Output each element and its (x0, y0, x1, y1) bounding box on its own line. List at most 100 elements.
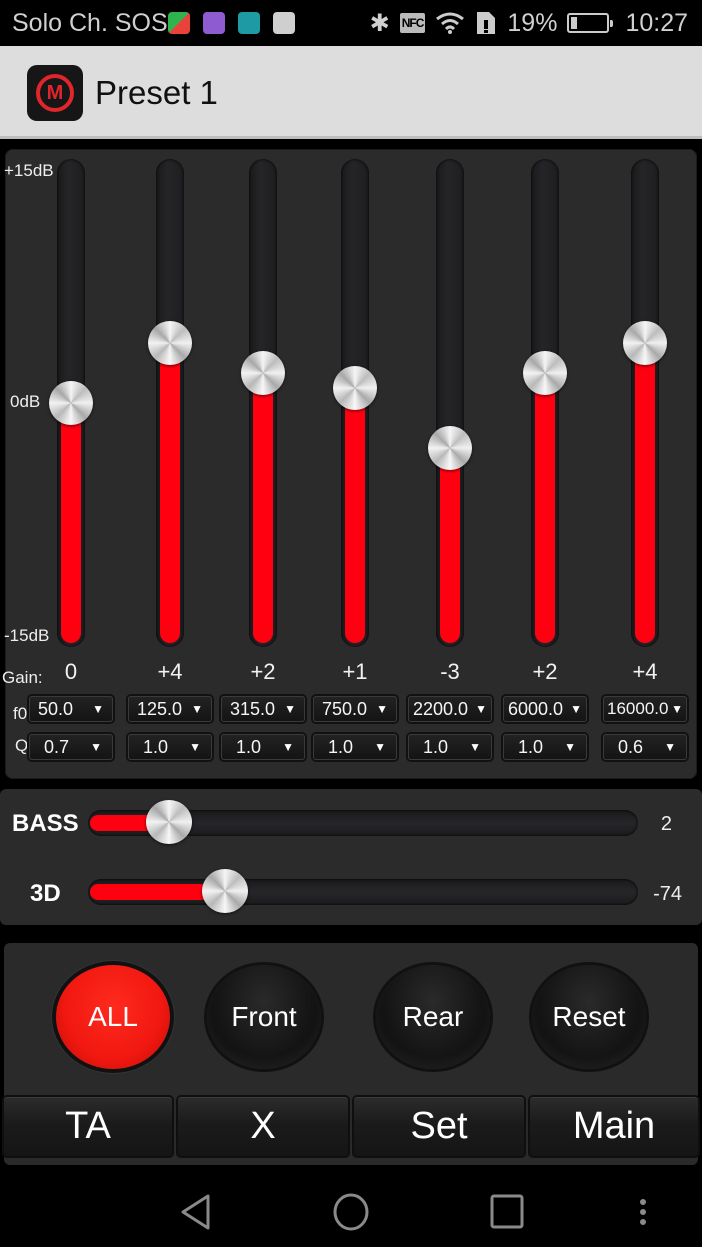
band-4-f0-value: 750.0 (322, 698, 368, 719)
dropdown-arrow-icon: ▼ (189, 740, 201, 754)
sim-alert-icon (477, 12, 496, 34)
band-3-f0-dropdown[interactable]: 315.0 ▼ (221, 696, 305, 722)
reset-label: Reset (552, 1001, 626, 1032)
back-icon[interactable] (178, 1192, 214, 1232)
band-4-q-value: 1.0 (328, 736, 354, 757)
dropdown-arrow-icon: ▼ (664, 740, 676, 754)
channel-all-label: ALL (88, 1001, 138, 1032)
clock: 10:27 (625, 8, 688, 37)
band-5-q-value: 1.0 (423, 736, 449, 757)
band-6-q-value: 1.0 (518, 736, 544, 757)
dropdown-arrow-icon: ▼ (374, 740, 386, 754)
tab-set[interactable]: Set (352, 1095, 526, 1158)
band-7-q-dropdown[interactable]: 0.6 ▼ (603, 734, 687, 760)
dropdown-arrow-icon: ▼ (564, 740, 576, 754)
band-7-q-value: 0.6 (618, 736, 644, 757)
dropdown-arrow-icon: ▼ (282, 740, 294, 754)
home-icon[interactable] (332, 1192, 370, 1232)
page-title: Preset 1 (95, 74, 218, 111)
band-7-gain-slider[interactable] (623, 159, 667, 647)
band-5-q-dropdown[interactable]: 1.0 ▼ (408, 734, 492, 760)
band-1-f0-dropdown[interactable]: 50.0 ▼ (29, 696, 113, 722)
band-6-f0-value: 6000.0 (508, 698, 564, 719)
band-4-gain-slider[interactable] (333, 159, 377, 647)
channel-all-button[interactable]: ALL (56, 965, 170, 1069)
dropdown-arrow-icon: ▼ (671, 702, 683, 716)
band-6-gain-slider[interactable] (523, 159, 567, 647)
status-icons: ✱ NFC 19% 10:27 (370, 8, 688, 38)
tab-main[interactable]: Main (528, 1095, 700, 1158)
dropdown-arrow-icon: ▼ (191, 702, 203, 716)
band-5-gain-slider[interactable] (428, 159, 472, 647)
band-4-slider-knob[interactable] (333, 366, 377, 411)
play-store-icon (273, 12, 295, 34)
tab-set-label: Set (410, 1105, 468, 1147)
band-3-q-dropdown[interactable]: 1.0 ▼ (221, 734, 305, 760)
band-4-f0-dropdown[interactable]: 750.0 ▼ (313, 696, 397, 722)
band-1-gain-slider[interactable] (49, 159, 93, 647)
band-2-gain-slider[interactable] (148, 159, 192, 647)
battery-level (571, 17, 578, 29)
band-5-slider-knob[interactable] (428, 425, 472, 470)
band-1-gain-value: 0 (64, 659, 78, 684)
tab-x[interactable]: X (176, 1095, 350, 1158)
band-2-f0-dropdown[interactable]: 125.0 ▼ (128, 696, 212, 722)
dropdown-arrow-icon: ▼ (90, 740, 102, 754)
band-1-q-value: 0.7 (44, 736, 70, 757)
band-2-slider-knob[interactable] (148, 321, 192, 366)
effects-panel: BASS 2 3D -74 (0, 789, 702, 925)
logo-glyph: M (46, 82, 64, 104)
wifi-icon (436, 12, 465, 34)
band-7-f0-dropdown[interactable]: 16000.0 ▼ (603, 696, 687, 722)
equalizer-panel: +15dB 0dB -15dB Gain: f0: Q: 0 50.0 ▼ 0.7 ▼ +… (2, 149, 697, 779)
3d-slider-knob[interactable] (202, 869, 249, 913)
dropdown-arrow-icon: ▼ (284, 702, 296, 716)
band-6-slider-fill (535, 373, 555, 643)
tab-ta[interactable]: TA (2, 1095, 174, 1158)
band-2-gain-value: +4 (157, 659, 183, 684)
band-3-slider-fill (253, 373, 273, 643)
battery-icon (567, 13, 614, 33)
logo-ring: M (36, 74, 74, 112)
more-options-icon[interactable] (636, 1198, 650, 1228)
band-4-slider-fill (345, 388, 365, 643)
controls-panel: ALL Front Rear Reset TA X Set Main (2, 943, 700, 1165)
band-2-q-value: 1.0 (143, 736, 169, 757)
channel-front-button[interactable]: Front (207, 965, 321, 1069)
band-3-gain-slider[interactable] (241, 159, 285, 647)
bass-slider[interactable] (88, 800, 638, 844)
channel-rear-button[interactable]: Rear (376, 965, 490, 1069)
band-2-q-dropdown[interactable]: 1.0 ▼ (128, 734, 212, 760)
shield-app-icon (238, 12, 260, 34)
band-4-q-dropdown[interactable]: 1.0 ▼ (313, 734, 397, 760)
system-nav-bar (0, 1170, 702, 1247)
band-6-q-dropdown[interactable]: 1.0 ▼ (503, 734, 587, 760)
dropdown-arrow-icon: ▼ (92, 702, 104, 716)
recents-icon[interactable] (489, 1192, 525, 1232)
dropdown-arrow-icon: ▼ (469, 740, 481, 754)
3d-value: -74 (653, 883, 682, 905)
band-7-f0-value: 16000.0 (607, 699, 669, 718)
band-1-slider-knob[interactable] (49, 381, 93, 425)
3d-slider[interactable] (88, 869, 638, 913)
bass-value: 2 (660, 813, 672, 835)
bass-slider-knob[interactable] (146, 800, 193, 844)
band-1-q-dropdown[interactable]: 0.7 ▼ (29, 734, 113, 760)
band-3-f0-value: 315.0 (230, 698, 276, 719)
status-bar: Solo Ch. SOS ✱ NFC 19% 10:27 (0, 0, 702, 46)
reset-button[interactable]: Reset (532, 965, 646, 1069)
dropdown-arrow-icon: ▼ (570, 702, 582, 716)
band-5-f0-dropdown[interactable]: 2200.0 ▼ (408, 696, 492, 722)
channel-front-label: Front (231, 1001, 297, 1032)
band-6-gain-value: +2 (532, 659, 558, 684)
scale-min-label: -15dB (4, 626, 50, 645)
band-6-f0-dropdown[interactable]: 6000.0 ▼ (503, 696, 587, 722)
app-logo-icon[interactable]: M (27, 65, 83, 121)
band-7-slider-fill (635, 343, 655, 643)
carrier-label: Solo Ch. SOS (12, 9, 168, 37)
band-3-gain-value: +2 (250, 659, 276, 684)
band-3-slider-knob[interactable] (241, 351, 285, 396)
band-5-gain-value: -3 (440, 659, 460, 684)
band-7-slider-knob[interactable] (623, 321, 667, 366)
band-6-slider-knob[interactable] (523, 351, 567, 396)
